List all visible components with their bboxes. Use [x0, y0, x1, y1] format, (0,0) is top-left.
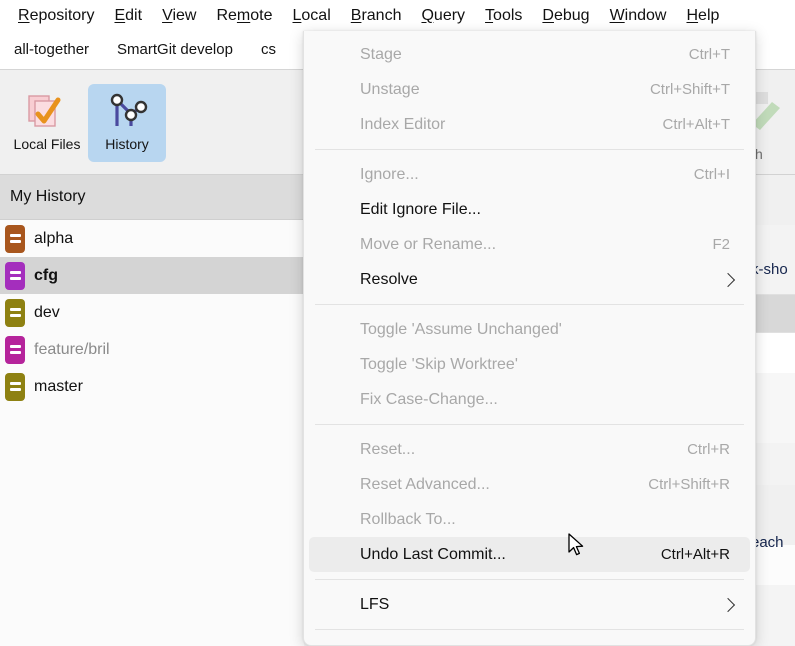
menu-item-shortcut: Ctrl+Alt+T [662, 116, 730, 133]
menu-item-rollback-to: Rollback To... [309, 502, 750, 537]
menubar-item-mnemonic: L [292, 6, 302, 24]
chevron-right-icon [720, 597, 736, 612]
menubar-item-remote[interactable]: Remote [206, 2, 282, 30]
menu-item-edit-ignore-file[interactable]: Edit Ignore File... [309, 192, 750, 227]
menubar-item-query[interactable]: Query [411, 2, 475, 30]
branch-color-badge-icon [5, 298, 25, 327]
branch-list-item[interactable]: cfg [0, 257, 304, 294]
menubar-item-mnemonic: V [162, 6, 173, 24]
menu-item-stage: Stage Ctrl+T [309, 37, 750, 72]
toolbar-button-history[interactable]: History [88, 84, 166, 162]
branch-list: alpha cfg dev feature/bril master [0, 220, 304, 405]
menubar-item-mnemonic: D [542, 6, 554, 24]
toolbar-button-local-files[interactable]: Local Files [8, 84, 86, 162]
menubar-item-edit[interactable]: Edit [104, 2, 152, 30]
toolbar-button-history-label: History [105, 136, 149, 152]
menu-separator [315, 424, 744, 425]
menu-separator [315, 149, 744, 150]
menubar-item-branch[interactable]: Branch [341, 2, 412, 30]
chevron-right-icon [720, 272, 736, 287]
branch-list-item[interactable]: feature/bril [0, 331, 304, 368]
menu-item-shortcut: Ctrl+Shift+R [648, 476, 730, 493]
menu-item-label: Move or Rename... [360, 235, 497, 253]
menu-separator [315, 629, 744, 630]
menu-item-unstage: Unstage Ctrl+Shift+T [309, 72, 750, 107]
branch-color-badge-icon [5, 224, 25, 253]
local-menu-dropdown: Stage Ctrl+T Unstage Ctrl+Shift+T Index Edit… [303, 31, 756, 646]
menubar-item-view[interactable]: View [152, 2, 206, 30]
branch-color-badge-icon [5, 335, 25, 364]
menu-separator [315, 579, 744, 580]
menubar-item-mnemonic: W [609, 6, 625, 24]
menubar-item-local[interactable]: Local [282, 1, 341, 30]
menubar-item-mnemonic: Q [421, 6, 434, 24]
branch-name: alpha [34, 229, 74, 247]
branch-name: dev [34, 303, 60, 321]
menu-item-fix-case-change: Fix Case-Change... [309, 382, 750, 417]
branch-color-badge-icon [5, 261, 25, 290]
menubar-item-repository[interactable]: Repository [8, 2, 104, 30]
menubar-item-debug[interactable]: Debug [532, 2, 599, 30]
menu-item-lfs[interactable]: LFS [309, 587, 750, 622]
menu-item-move-or-rename: Move or Rename... F2 [309, 227, 750, 262]
branch-name: feature/bril [34, 340, 110, 358]
history-graph-icon [105, 92, 149, 132]
menu-item-label: Stage [360, 45, 402, 63]
menu-item-shortcut: Ctrl+I [693, 166, 730, 183]
history-sidebar: My History alpha cfg dev feature/bril master [0, 175, 304, 646]
menu-item-index-editor: Index Editor Ctrl+Alt+T [309, 107, 750, 142]
branch-color-badge-icon [5, 372, 25, 401]
menu-item-label: Fix Case-Change... [360, 390, 498, 408]
branch-list-item[interactable]: master [0, 368, 304, 405]
menu-item-label: Reset... [360, 440, 416, 458]
menubar-item-mnemonic: T [485, 6, 494, 24]
content-text-fragment: k-sho [751, 261, 788, 278]
menubar-item-tools[interactable]: Tools [475, 2, 532, 30]
menu-item-label: LFS [360, 595, 390, 613]
toolbar-button-local-files-label: Local Files [13, 136, 81, 152]
sidebar-header: My History [0, 175, 304, 220]
menu-item-reset-advanced: Reset Advanced... Ctrl+Shift+R [309, 467, 750, 502]
menu-item-toggle-skip-worktree: Toggle 'Skip Worktree' [309, 347, 750, 382]
branch-list-item[interactable]: alpha [0, 220, 304, 257]
repository-tab-2[interactable]: cs [247, 31, 290, 69]
application-window: Repository Edit View Remote Local Branch Query… [0, 0, 795, 646]
menu-item-resolve[interactable]: Resolve [309, 262, 750, 297]
repository-tab-1[interactable]: SmartGit develop [103, 31, 247, 69]
menu-separator [315, 304, 744, 305]
menu-item-label: Toggle 'Skip Worktree' [360, 355, 518, 373]
menu-item-shortcut: Ctrl+T [688, 46, 730, 63]
menubar-item-mnemonic: R [18, 6, 30, 24]
branch-name: cfg [34, 266, 58, 284]
menu-item-label: Unstage [360, 80, 420, 98]
menu-bar: Repository Edit View Remote Local Branch Query… [0, 0, 795, 31]
menu-item-label: Index Editor [360, 115, 446, 133]
menu-item-label: Toggle 'Assume Unchanged' [360, 320, 562, 338]
menu-item-label: Edit Ignore File... [360, 200, 481, 218]
menubar-item-help[interactable]: Help [676, 2, 729, 30]
menubar-item-mnemonic: H [686, 6, 699, 24]
menu-item-undo-last-commit[interactable]: Undo Last Commit... Ctrl+Alt+R [309, 537, 750, 572]
menu-item-label: Rollback To... [360, 510, 456, 528]
menu-item-reset: Reset... Ctrl+R [309, 432, 750, 467]
branch-name: master [34, 377, 83, 395]
menu-item-shortcut: Ctrl+Alt+R [660, 546, 730, 563]
menu-item-label: Resolve [360, 270, 418, 288]
menu-item-label: Reset Advanced... [360, 475, 490, 493]
menu-item-label: Undo Last Commit... [360, 545, 506, 563]
repository-tab-0[interactable]: all-together [0, 31, 103, 69]
menu-item-label: Ignore... [360, 165, 419, 183]
menubar-item-mnemonic: m [236, 6, 251, 24]
menu-item-shortcut: Ctrl+R [687, 441, 730, 458]
menubar-item-window[interactable]: Window [600, 2, 677, 30]
menu-item-ignore: Ignore... Ctrl+I [309, 157, 750, 192]
menubar-item-mnemonic: E [114, 6, 126, 24]
menu-item-toggle-assume-unchanged: Toggle 'Assume Unchanged' [309, 312, 750, 347]
branch-list-item[interactable]: dev [0, 294, 304, 331]
menu-item-discard: Discard...Ctrl+Z [309, 637, 750, 645]
menu-item-shortcut: F2 [712, 236, 730, 253]
local-files-icon [25, 92, 69, 132]
menubar-item-mnemonic: B [350, 6, 362, 24]
menu-item-shortcut: Ctrl+Shift+T [649, 81, 730, 98]
